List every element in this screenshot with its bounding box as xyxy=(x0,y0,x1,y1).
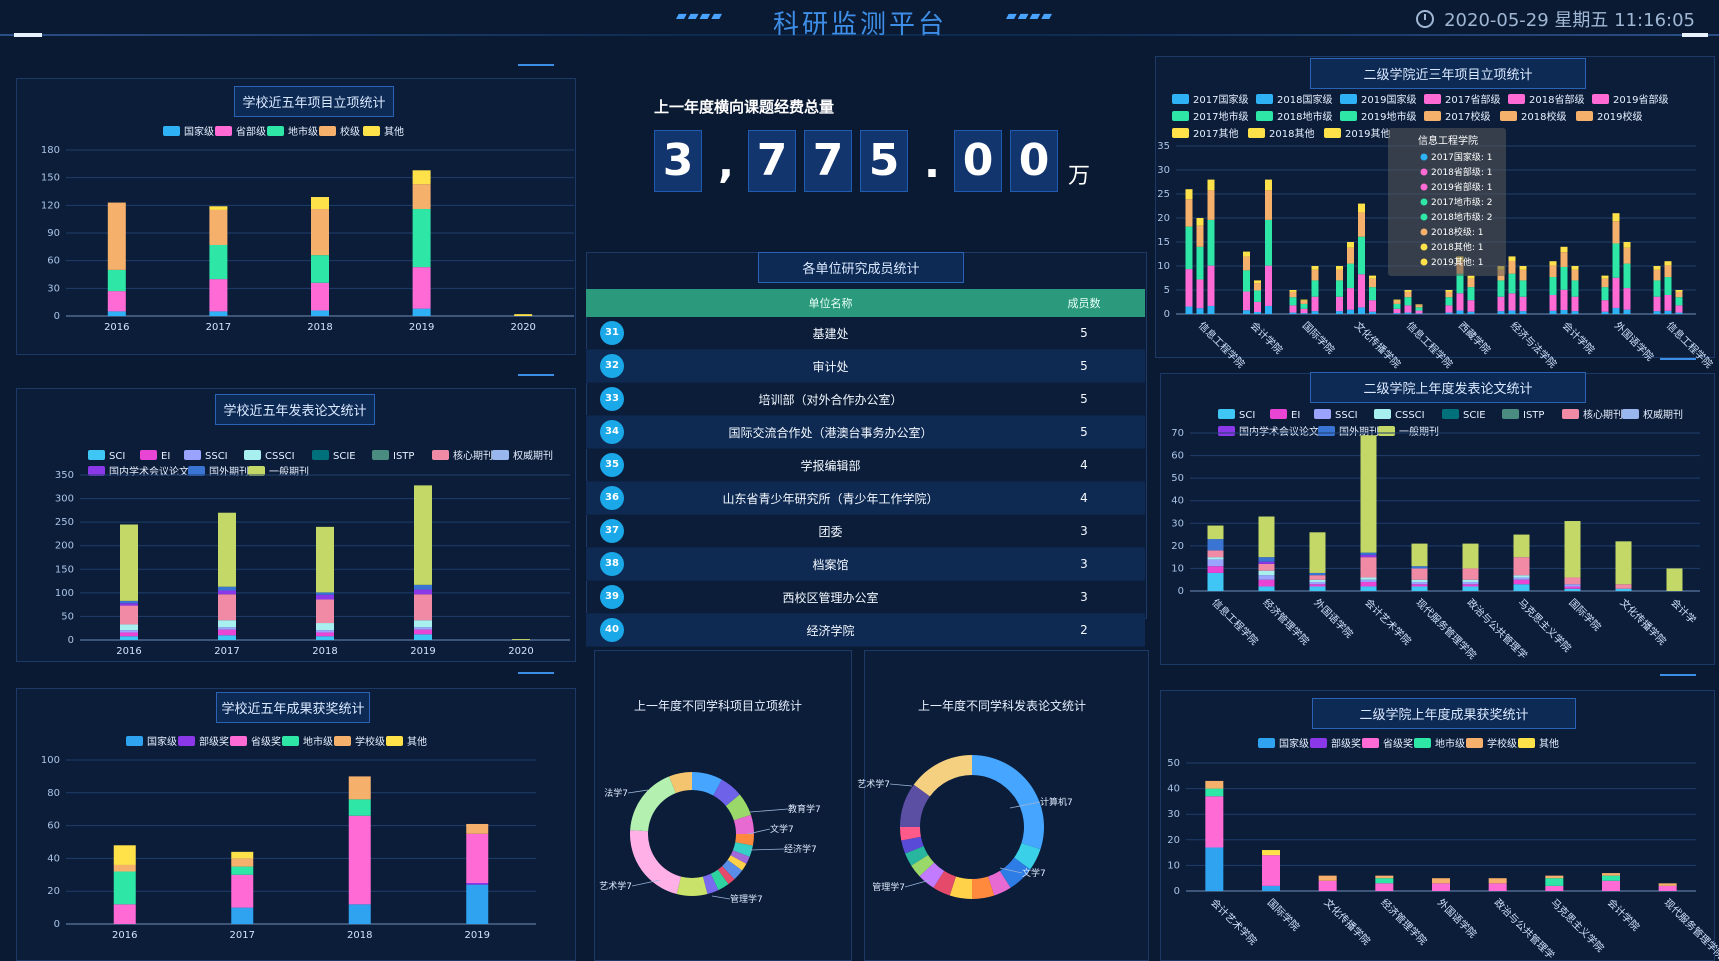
table-row: 35 学报编辑部 4 xyxy=(586,448,1145,482)
funding-digit: . xyxy=(924,138,940,187)
datetime: 2020-05-29 星期五 11:16:05 xyxy=(1416,6,1695,32)
table-header-row: 单位名称 成员数 xyxy=(586,289,1145,317)
table-row: 36 山东省青少年研究所（青少年工作学院） 4 xyxy=(586,481,1145,515)
table-row: 40 经济学院 2 xyxy=(586,613,1145,647)
panel-disc-projects xyxy=(594,650,852,961)
cell-rank: 34 xyxy=(586,415,638,449)
table-row: 31 基建处 5 xyxy=(586,317,1145,350)
panel-disc-papers xyxy=(864,650,1149,961)
cell-unit-name: 西校区管理办公室 xyxy=(638,580,1023,614)
cell-rank: 32 xyxy=(586,349,638,383)
rank-badge: 32 xyxy=(600,354,624,378)
col-rank xyxy=(586,289,638,317)
datetime-text: 2020-05-29 星期五 11:16:05 xyxy=(1444,10,1695,31)
cell-count: 5 xyxy=(1023,415,1145,449)
cell-unit-name: 团委 xyxy=(638,514,1023,548)
panel-college-papers xyxy=(1160,373,1715,665)
table-row: 33 培训部（对外合作办公室） 5 xyxy=(586,382,1145,416)
panel-title-college-projects: 二级学院近三年项目立项统计 xyxy=(1310,58,1586,89)
cell-unit-name: 培训部（对外合作办公室） xyxy=(638,382,1023,416)
cell-count: 4 xyxy=(1023,448,1145,482)
table-row: 32 审计处 5 xyxy=(586,349,1145,383)
panel-title-college-awards: 二级学院上年度成果获奖统计 xyxy=(1312,698,1576,729)
panel-title-college-papers: 二级学院上年度发表论文统计 xyxy=(1310,372,1586,403)
header-accent-left xyxy=(14,33,42,37)
panel-awards-5yr xyxy=(16,688,576,961)
rank-badge: 36 xyxy=(600,486,624,510)
cell-count: 3 xyxy=(1023,580,1145,614)
funding-digit: , xyxy=(718,138,734,187)
cell-unit-name: 档案馆 xyxy=(638,547,1023,581)
table-row: 38 档案馆 3 xyxy=(586,547,1145,581)
rank-badge: 31 xyxy=(600,321,624,345)
cell-count: 3 xyxy=(1023,514,1145,548)
panel-college-projects xyxy=(1155,56,1715,358)
rank-badge: 33 xyxy=(600,387,624,411)
panel-projects-5yr xyxy=(16,78,576,355)
header-accent-right xyxy=(1682,33,1708,37)
funding-digit: 0 xyxy=(1010,130,1058,192)
cell-rank: 35 xyxy=(586,448,638,482)
table-row: 37 团委 3 xyxy=(586,514,1145,548)
cell-rank: 39 xyxy=(586,580,638,614)
panel-college-awards xyxy=(1160,690,1715,961)
rank-badge: 40 xyxy=(600,618,624,642)
funding-caption: 上一年度横向课题经费总量 xyxy=(654,98,835,116)
funding-digit: 7 xyxy=(748,130,796,192)
rank-badge: 39 xyxy=(600,585,624,609)
page-title: 科研监测平台 xyxy=(772,10,947,40)
rank-badge: 35 xyxy=(600,453,624,477)
panel-title-awards-5yr: 学校近五年成果获奖统计 xyxy=(216,692,370,723)
cell-count: 2 xyxy=(1023,613,1145,647)
cell-rank: 37 xyxy=(586,514,638,548)
member-table: 单位名称 成员数 31 基建处 5 32 审计处 5 33 培训部（对外合作办公室） 5 34 国际交… xyxy=(586,289,1145,647)
cell-rank: 36 xyxy=(586,481,638,515)
panel-papers-5yr xyxy=(16,388,576,662)
cell-count: 5 xyxy=(1023,382,1145,416)
rank-badge: 38 xyxy=(600,552,624,576)
cell-rank: 38 xyxy=(586,547,638,581)
panel-dash xyxy=(518,64,554,66)
cell-unit-name: 经济学院 xyxy=(638,613,1023,647)
cell-unit-name: 审计处 xyxy=(638,349,1023,383)
funding-digit: 0 xyxy=(954,130,1002,192)
clock-icon xyxy=(1416,10,1435,28)
col-unit-name: 单位名称 xyxy=(638,289,1023,317)
panel-title-members: 各单位研究成员统计 xyxy=(758,252,964,283)
funding-unit: 万 xyxy=(1068,164,1091,189)
cell-count: 4 xyxy=(1023,481,1145,515)
panel-dash xyxy=(1660,674,1696,676)
panel-dash xyxy=(518,374,554,376)
cell-rank: 40 xyxy=(586,613,638,647)
table-row: 39 西校区管理办公室 3 xyxy=(586,580,1145,614)
cell-unit-name: 基建处 xyxy=(638,317,1023,350)
col-count: 成员数 xyxy=(1023,289,1145,317)
cell-rank: 33 xyxy=(586,382,638,416)
funding-digit: 7 xyxy=(804,130,852,192)
cell-unit-name: 国际交流合作处（港澳台事务办公室） xyxy=(638,415,1023,449)
funding-digit: 3 xyxy=(654,130,702,192)
cell-count: 5 xyxy=(1023,349,1145,383)
cell-count: 3 xyxy=(1023,547,1145,581)
cell-rank: 31 xyxy=(586,317,638,350)
cell-count: 5 xyxy=(1023,317,1145,350)
rank-badge: 34 xyxy=(600,420,624,444)
table-row: 34 国际交流合作处（港澳台事务办公室） 5 xyxy=(586,415,1145,449)
panel-title-projects-5yr: 学校近五年项目立项统计 xyxy=(234,86,394,117)
rank-badge: 37 xyxy=(600,519,624,543)
panel-dash xyxy=(1660,358,1696,360)
cell-unit-name: 学报编辑部 xyxy=(638,448,1023,482)
panel-title-papers-5yr: 学校近五年发表论文统计 xyxy=(215,394,375,425)
funding-digit: 5 xyxy=(860,130,908,192)
cell-unit-name: 山东省青少年研究所（青少年工作学院） xyxy=(638,481,1023,515)
panel-dash xyxy=(518,672,554,674)
